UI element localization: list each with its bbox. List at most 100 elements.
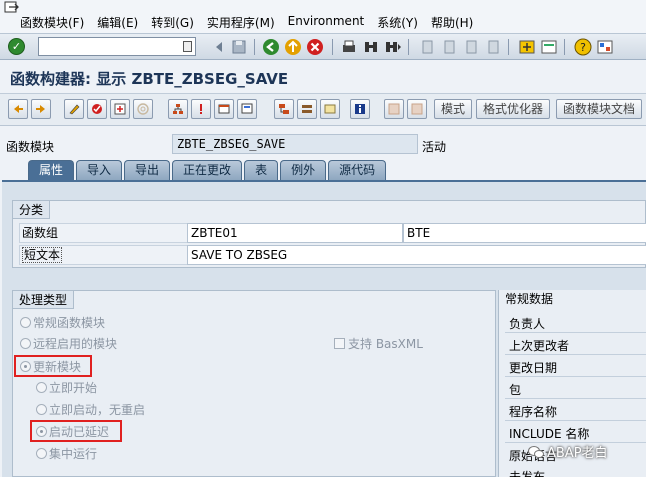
check-button[interactable] — [87, 99, 107, 119]
not-released-label: 未发布 — [509, 470, 546, 477]
title-bar: 函数构建器: 显示 ZBTE_ZBSEG_SAVE — [0, 60, 646, 94]
fm-status: 活动 — [422, 140, 447, 154]
information-button[interactable] — [350, 99, 370, 119]
where-used-icon — [137, 103, 149, 115]
activate-icon — [114, 103, 126, 115]
menu-bar: 函数模块(F) 编辑(E) 转到(G) 实用程序(M) Environment … — [0, 0, 646, 34]
radio-immediate-start[interactable]: 立即开始 — [36, 381, 97, 395]
menu-goto[interactable]: 转到(G) — [151, 14, 194, 31]
wechat-icon — [528, 446, 544, 458]
tab-import[interactable]: 导入 — [76, 160, 123, 180]
worklist-button[interactable] — [297, 99, 317, 119]
short-text-label: 短文本 — [19, 245, 189, 265]
menu-edit[interactable]: 编辑(E) — [97, 14, 138, 31]
pencil-glasses-icon — [69, 104, 80, 115]
activate-button[interactable] — [110, 99, 130, 119]
object-tree-button[interactable] — [274, 99, 294, 119]
delayed-start-highlight — [30, 420, 122, 442]
tab-source-code[interactable]: 源代码 — [328, 160, 387, 180]
enter-check-icon[interactable]: ✓ — [8, 38, 25, 55]
radio-immediate-no-restart[interactable]: 立即启动，无重启 — [36, 403, 145, 417]
checkbox-basxml[interactable]: 支持 BasXML — [334, 337, 423, 351]
help-icon[interactable]: ? — [574, 38, 592, 56]
where-used-button[interactable] — [133, 99, 153, 119]
function-group-field[interactable]: ZBTE01 — [187, 223, 403, 243]
tab-exceptions[interactable]: 例外 — [280, 160, 327, 180]
check-syntax-icon — [92, 104, 102, 114]
create-session-icon[interactable] — [518, 38, 536, 56]
previous-object-button[interactable] — [8, 99, 28, 119]
pretty-printer-disabled-button[interactable] — [407, 99, 427, 119]
back-arrow-icon[interactable] — [210, 38, 228, 56]
radio-collective-run[interactable]: 集中运行 — [36, 447, 97, 461]
tab-tables[interactable]: 表 — [244, 160, 279, 180]
display-change-button[interactable] — [64, 99, 84, 119]
tree-icon — [279, 104, 289, 114]
exclamation-icon — [200, 104, 202, 114]
display-object-button[interactable] — [214, 99, 234, 119]
command-history-icon[interactable] — [183, 41, 192, 52]
short-text-field[interactable]: SAVE TO ZBSEG — [187, 245, 646, 265]
first-page-icon[interactable] — [418, 38, 436, 56]
fm-label: 函数模块 — [6, 140, 55, 154]
stack-icon — [302, 105, 312, 113]
pretty-printer-button[interactable]: 格式优化器 — [476, 99, 551, 119]
info-icon — [355, 104, 365, 114]
radio-normal-module[interactable]: 常规函数模块 — [20, 316, 105, 330]
next-object-button[interactable] — [31, 99, 51, 119]
format-icon — [411, 103, 423, 115]
command-field[interactable] — [38, 37, 196, 56]
responsible-label: 负责人 — [509, 317, 546, 331]
window-icon — [218, 104, 230, 114]
program-name-label: 程序名称 — [509, 405, 558, 419]
fm-name-field[interactable]: ZBTE_ZBSEG_SAVE — [172, 134, 418, 154]
changed-on-label: 更改日期 — [509, 361, 558, 375]
find-icon[interactable] — [362, 38, 380, 56]
svg-text:?: ? — [580, 41, 586, 54]
pattern-icon — [388, 103, 400, 115]
radio-off-icon — [36, 382, 47, 393]
print-icon[interactable] — [340, 38, 358, 56]
fullscreen-button[interactable] — [320, 99, 340, 119]
cancel-icon[interactable] — [306, 38, 324, 56]
system-menu-icon[interactable] — [4, 1, 20, 15]
pattern-button[interactable]: 模式 — [434, 99, 473, 119]
customize-layout-icon[interactable] — [596, 38, 614, 56]
update-module-highlight — [14, 355, 92, 377]
page-title: 函数构建器: 显示 ZBTE_ZBSEG_SAVE — [10, 70, 289, 88]
general-data-title: 常规数据 — [505, 292, 554, 306]
object-list-button[interactable] — [168, 99, 188, 119]
application-toolbar: 模式 格式优化器 函数模块文档 — [0, 94, 646, 126]
fm-documentation-button[interactable]: 函数模块文档 — [556, 99, 643, 119]
back-icon[interactable] — [262, 38, 280, 56]
hierarchy-icon — [173, 104, 183, 114]
tab-changing[interactable]: 正在更改 — [172, 160, 243, 180]
save-icon[interactable] — [230, 38, 248, 56]
package-label: 包 — [509, 383, 522, 397]
menu-function-module[interactable]: 函数模块(F) — [20, 14, 84, 31]
menu-help[interactable]: 帮助(H) — [431, 14, 473, 31]
menu-environment[interactable]: Environment — [288, 14, 365, 31]
radio-off-icon — [20, 317, 31, 328]
shortcut-icon[interactable] — [540, 38, 558, 56]
radio-remote-module[interactable]: 远程启用的模块 — [20, 337, 117, 351]
tab-attributes[interactable]: 属性 — [28, 160, 75, 180]
previous-page-icon[interactable] — [440, 38, 458, 56]
radio-off-icon — [20, 338, 31, 349]
pattern-disabled-button[interactable] — [384, 99, 404, 119]
exit-icon[interactable] — [284, 38, 302, 56]
tab-export[interactable]: 导出 — [124, 160, 171, 180]
radio-off-icon — [36, 404, 47, 415]
watermark: ABAP老白 — [528, 442, 608, 461]
last-page-icon[interactable] — [484, 38, 502, 56]
include-name-label: INCLUDE 名称 — [509, 427, 590, 441]
classification-title: 分类 — [13, 201, 51, 219]
radio-off-icon — [36, 448, 47, 459]
arrow-left-icon — [14, 105, 23, 113]
find-next-icon[interactable] — [384, 38, 402, 56]
next-page-icon[interactable] — [462, 38, 480, 56]
info-button[interactable] — [191, 99, 211, 119]
menu-system[interactable]: 系统(Y) — [377, 14, 418, 31]
navigation-window-button[interactable] — [237, 99, 257, 119]
menu-utilities[interactable]: 实用程序(M) — [207, 14, 275, 31]
